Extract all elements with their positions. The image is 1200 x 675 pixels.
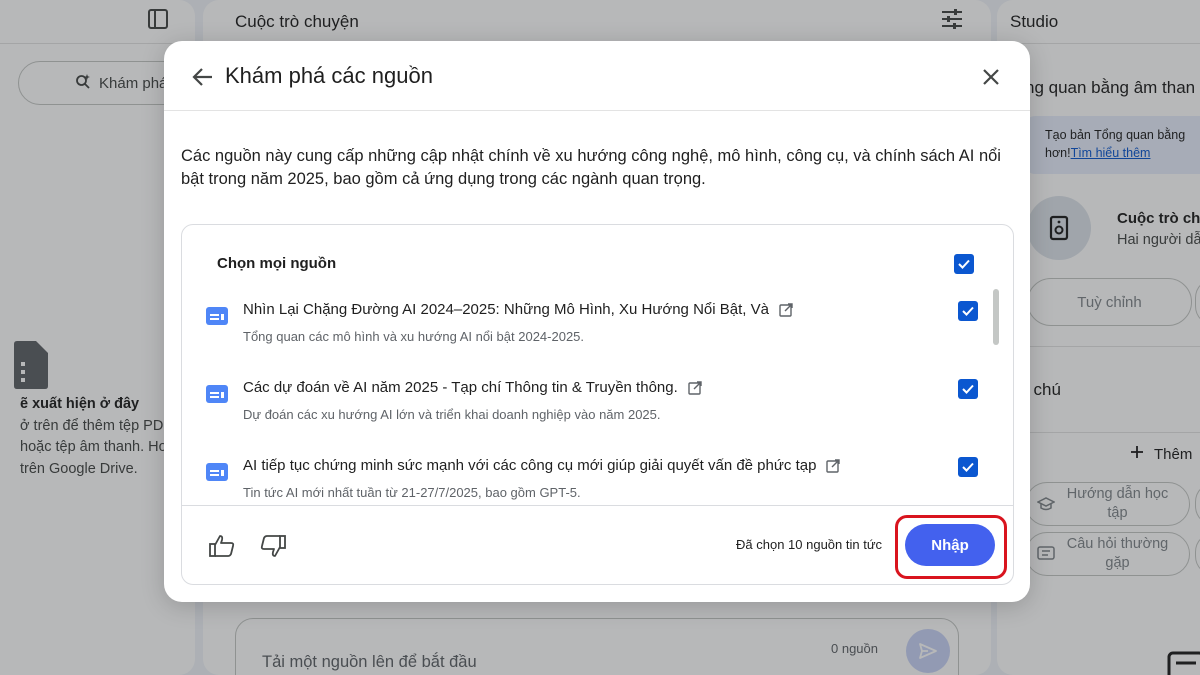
source-checkbox[interactable]	[958, 301, 978, 321]
check-icon	[962, 462, 974, 472]
check-icon	[962, 306, 974, 316]
open-external-icon[interactable]	[688, 381, 706, 399]
check-icon	[962, 384, 974, 394]
source-list[interactable]: Nhìn Lại Chặng Đường AI 2024–2025: Những…	[182, 287, 1013, 505]
close-button[interactable]	[978, 64, 1004, 90]
web-source-icon	[205, 304, 229, 328]
web-source-icon	[205, 460, 229, 484]
dialog-header: Khám phá các nguồn	[164, 41, 1030, 111]
source-title[interactable]: Nhìn Lại Chặng Đường AI 2024–2025: Những…	[243, 301, 797, 321]
thumbs-down-button[interactable]	[259, 532, 287, 560]
source-list-box: Chọn mọi nguồn Nhìn Lại Chặng Đường AI 2…	[181, 224, 1014, 585]
source-subtitle: Tin tức AI mới nhất tuần từ 21-27/7/2025…	[243, 485, 581, 500]
source-subtitle: Dự đoán các xu hướng AI lớn và triển kha…	[243, 407, 661, 422]
dialog-title: Khám phá các nguồn	[225, 63, 433, 88]
arrow-back-icon	[192, 68, 212, 86]
source-subtitle: Tổng quan các mô hình và xu hướng AI nổi…	[243, 329, 585, 344]
source-item[interactable]: Nhìn Lại Chặng Đường AI 2024–2025: Những…	[182, 287, 1002, 365]
thumbs-up-button[interactable]	[208, 532, 236, 560]
selected-count-text: Đã chọn 10 nguồn tin tức	[736, 537, 883, 552]
scrollbar[interactable]	[993, 289, 999, 345]
dialog-description: Các nguồn này cung cấp những cập nhật ch…	[181, 147, 1001, 188]
import-button[interactable]: Nhập	[905, 524, 995, 566]
web-source-icon	[205, 382, 229, 406]
source-item[interactable]: AI tiếp tục chứng minh sức mạnh với các …	[182, 443, 1002, 505]
thumbs-up-icon	[209, 535, 235, 557]
close-icon	[983, 69, 999, 85]
open-external-icon[interactable]	[826, 459, 844, 477]
source-item[interactable]: Các dự đoán về AI năm 2025 - Tạp chí Thô…	[182, 365, 1002, 443]
thumbs-down-icon	[260, 535, 286, 557]
source-title[interactable]: AI tiếp tục chứng minh sức mạnh với các …	[243, 457, 844, 477]
open-external-icon[interactable]	[779, 303, 797, 321]
source-checkbox[interactable]	[958, 457, 978, 477]
source-checkbox[interactable]	[958, 379, 978, 399]
select-all-checkbox[interactable]	[954, 254, 974, 274]
back-button[interactable]	[190, 64, 216, 90]
source-title[interactable]: Các dự đoán về AI năm 2025 - Tạp chí Thô…	[243, 379, 706, 399]
check-icon	[958, 259, 970, 269]
select-all-label: Chọn mọi nguồn	[217, 255, 337, 272]
source-list-footer: Đã chọn 10 nguồn tin tức Nhập	[182, 505, 1013, 584]
discover-sources-dialog: Khám phá các nguồn Các nguồn này cung cấ…	[164, 41, 1030, 602]
